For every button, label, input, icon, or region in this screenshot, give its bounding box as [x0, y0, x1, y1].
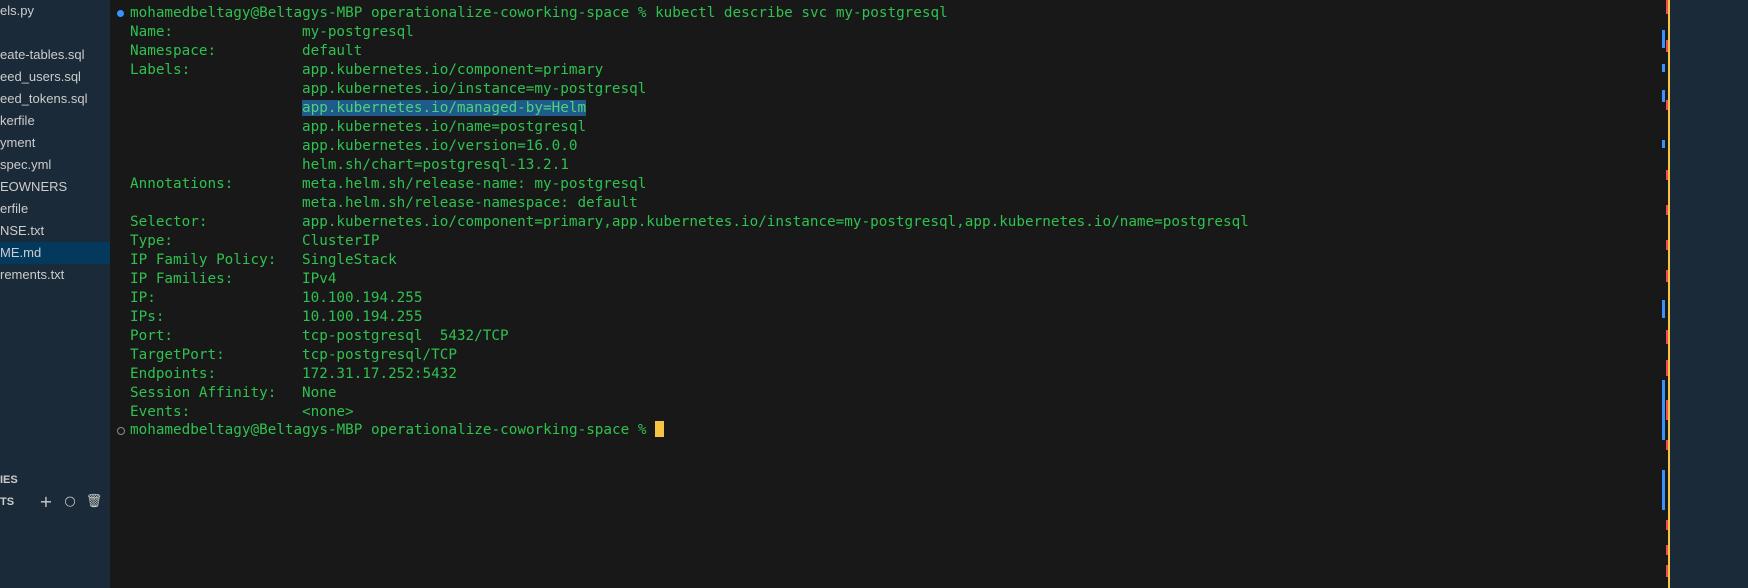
- describe-row: Events: <none>: [130, 403, 354, 422]
- file-item[interactable]: spec.yml: [0, 154, 110, 176]
- terminal-cursor: [655, 421, 665, 437]
- ruler-mark: [1662, 30, 1665, 48]
- describe-row: app.kubernetes.io/name=postgresql: [130, 118, 586, 137]
- describe-row: IP Families: IPv4: [130, 270, 336, 289]
- describe-row: TargetPort: tcp-postgresql/TCP: [130, 346, 457, 365]
- prompt-text: mohamedbeltagy@Beltagys-MBP operationali…: [130, 422, 656, 438]
- add-icon[interactable]: +: [37, 493, 55, 511]
- describe-row: meta.helm.sh/release-namespace: default: [130, 194, 638, 213]
- secondary-sidebar: [1670, 0, 1748, 588]
- describe-row: Type: ClusterIP: [130, 232, 379, 251]
- file-item[interactable]: eed_tokens.sql: [0, 88, 110, 110]
- field-value-selected: app.kubernetes.io/managed-by=Helm: [302, 100, 587, 116]
- section-header-dependencies[interactable]: IES: [0, 474, 18, 486]
- field-key: Session Affinity:: [130, 385, 277, 401]
- describe-row: IP: 10.100.194.255: [130, 289, 423, 308]
- field-value: ClusterIP: [302, 233, 380, 249]
- file-item[interactable]: NSE.txt: [0, 220, 110, 242]
- explorer-sidebar: els.py eate-tables.sql eed_users.sql eed…: [0, 0, 110, 588]
- field-key: Name:: [130, 24, 174, 40]
- file-item[interactable]: erfile: [0, 198, 110, 220]
- describe-row: Selector: app.kubernetes.io/component=pri…: [130, 213, 1249, 232]
- command-text: kubectl describe svc my-postgresql: [655, 5, 948, 21]
- describe-row: IP Family Policy: SingleStack: [130, 251, 397, 270]
- describe-row: Name: my-postgresql: [130, 23, 414, 42]
- field-key: IPs:: [130, 309, 165, 325]
- field-value: 10.100.194.255: [302, 290, 423, 306]
- prompt-text: mohamedbeltagy@Beltagys-MBP operationali…: [130, 5, 656, 21]
- field-value: meta.helm.sh/release-name: my-postgresql: [302, 176, 647, 192]
- trash-icon[interactable]: 🗑: [85, 493, 103, 511]
- field-key: Endpoints:: [130, 366, 217, 382]
- field-value: IPv4: [302, 271, 337, 287]
- describe-row: helm.sh/chart=postgresql-13.2.1: [130, 156, 569, 175]
- describe-row: Port: tcp-postgresql 5432/TCP: [130, 327, 509, 346]
- ruler-mark: [1662, 64, 1665, 72]
- describe-row: Session Affinity: None: [130, 384, 336, 403]
- field-key: Annotations:: [130, 176, 234, 192]
- field-value: meta.helm.sh/release-namespace: default: [302, 195, 638, 211]
- field-key: IP:: [130, 290, 156, 306]
- command-success-decoration-icon[interactable]: [117, 10, 124, 17]
- describe-row: app.kubernetes.io/managed-by=Helm: [130, 99, 587, 118]
- field-key: Labels:: [130, 62, 191, 78]
- field-key: Type:: [130, 233, 174, 249]
- ruler-mark: [1662, 140, 1665, 148]
- command-line: mohamedbeltagy@Beltagys-MBP operationali…: [130, 4, 948, 23]
- describe-row: Endpoints: 172.31.17.252:5432: [130, 365, 457, 384]
- file-item[interactable]: kerfile: [0, 110, 110, 132]
- file-item[interactable]: eate-tables.sql: [0, 44, 110, 66]
- ruler-mark: [1662, 90, 1665, 102]
- ruler-mark: [1662, 300, 1665, 318]
- vscode-window: els.py eate-tables.sql eed_users.sql eed…: [0, 0, 1748, 588]
- field-value: tcp-postgresql/TCP: [302, 347, 457, 363]
- section-header-outline[interactable]: TS: [0, 496, 14, 508]
- field-value: default: [302, 43, 363, 59]
- field-value: SingleStack: [302, 252, 397, 268]
- field-key: Events:: [130, 404, 191, 420]
- file-item[interactable]: eed_users.sql: [0, 66, 110, 88]
- field-key: Selector:: [130, 214, 208, 230]
- field-value: app.kubernetes.io/component=primary,app.…: [302, 214, 1249, 230]
- field-value: 172.31.17.252:5432: [302, 366, 457, 382]
- describe-row: Labels: app.kubernetes.io/component=prima…: [130, 61, 603, 80]
- field-value: app.kubernetes.io/instance=my-postgresql: [302, 81, 647, 97]
- field-value: 10.100.194.255: [302, 309, 423, 325]
- field-value: tcp-postgresql 5432/TCP: [302, 328, 509, 344]
- field-key: TargetPort:: [130, 347, 225, 363]
- describe-row: IPs: 10.100.194.255: [130, 308, 423, 327]
- field-key: IP Family Policy:: [130, 252, 277, 268]
- file-item-selected[interactable]: ME.md: [0, 242, 110, 264]
- describe-row: Namespace: default: [130, 42, 362, 61]
- file-item[interactable]: EOWNERS: [0, 176, 110, 198]
- field-value: my-postgresql: [302, 24, 414, 40]
- ruler-mark: [1662, 470, 1665, 510]
- field-value: app.kubernetes.io/component=primary: [302, 62, 604, 78]
- file-item[interactable]: rements.txt: [0, 264, 110, 286]
- field-key: Namespace:: [130, 43, 217, 59]
- file-item[interactable]: els.py: [0, 0, 110, 22]
- describe-row: app.kubernetes.io/instance=my-postgresql: [130, 80, 646, 99]
- ruler-mark: [1662, 380, 1665, 440]
- circle-icon[interactable]: ○: [61, 493, 79, 511]
- field-value: helm.sh/chart=postgresql-13.2.1: [302, 157, 569, 173]
- describe-row: Annotations: meta.helm.sh/release-name: m…: [130, 175, 646, 194]
- command-pending-decoration-icon[interactable]: [117, 427, 125, 435]
- field-key: Port:: [130, 328, 174, 344]
- describe-row: app.kubernetes.io/version=16.0.0: [130, 137, 577, 156]
- field-key: IP Families:: [130, 271, 234, 287]
- file-item[interactable]: yment: [0, 132, 110, 154]
- field-value: app.kubernetes.io/name=postgresql: [302, 119, 587, 135]
- terminal-panel[interactable]: mohamedbeltagy@Beltagys-MBP operationali…: [110, 0, 1666, 588]
- field-value: app.kubernetes.io/version=16.0.0: [302, 138, 578, 154]
- field-value: None: [302, 385, 337, 401]
- field-value: <none>: [302, 404, 354, 420]
- current-prompt-line[interactable]: mohamedbeltagy@Beltagys-MBP operationali…: [130, 421, 665, 440]
